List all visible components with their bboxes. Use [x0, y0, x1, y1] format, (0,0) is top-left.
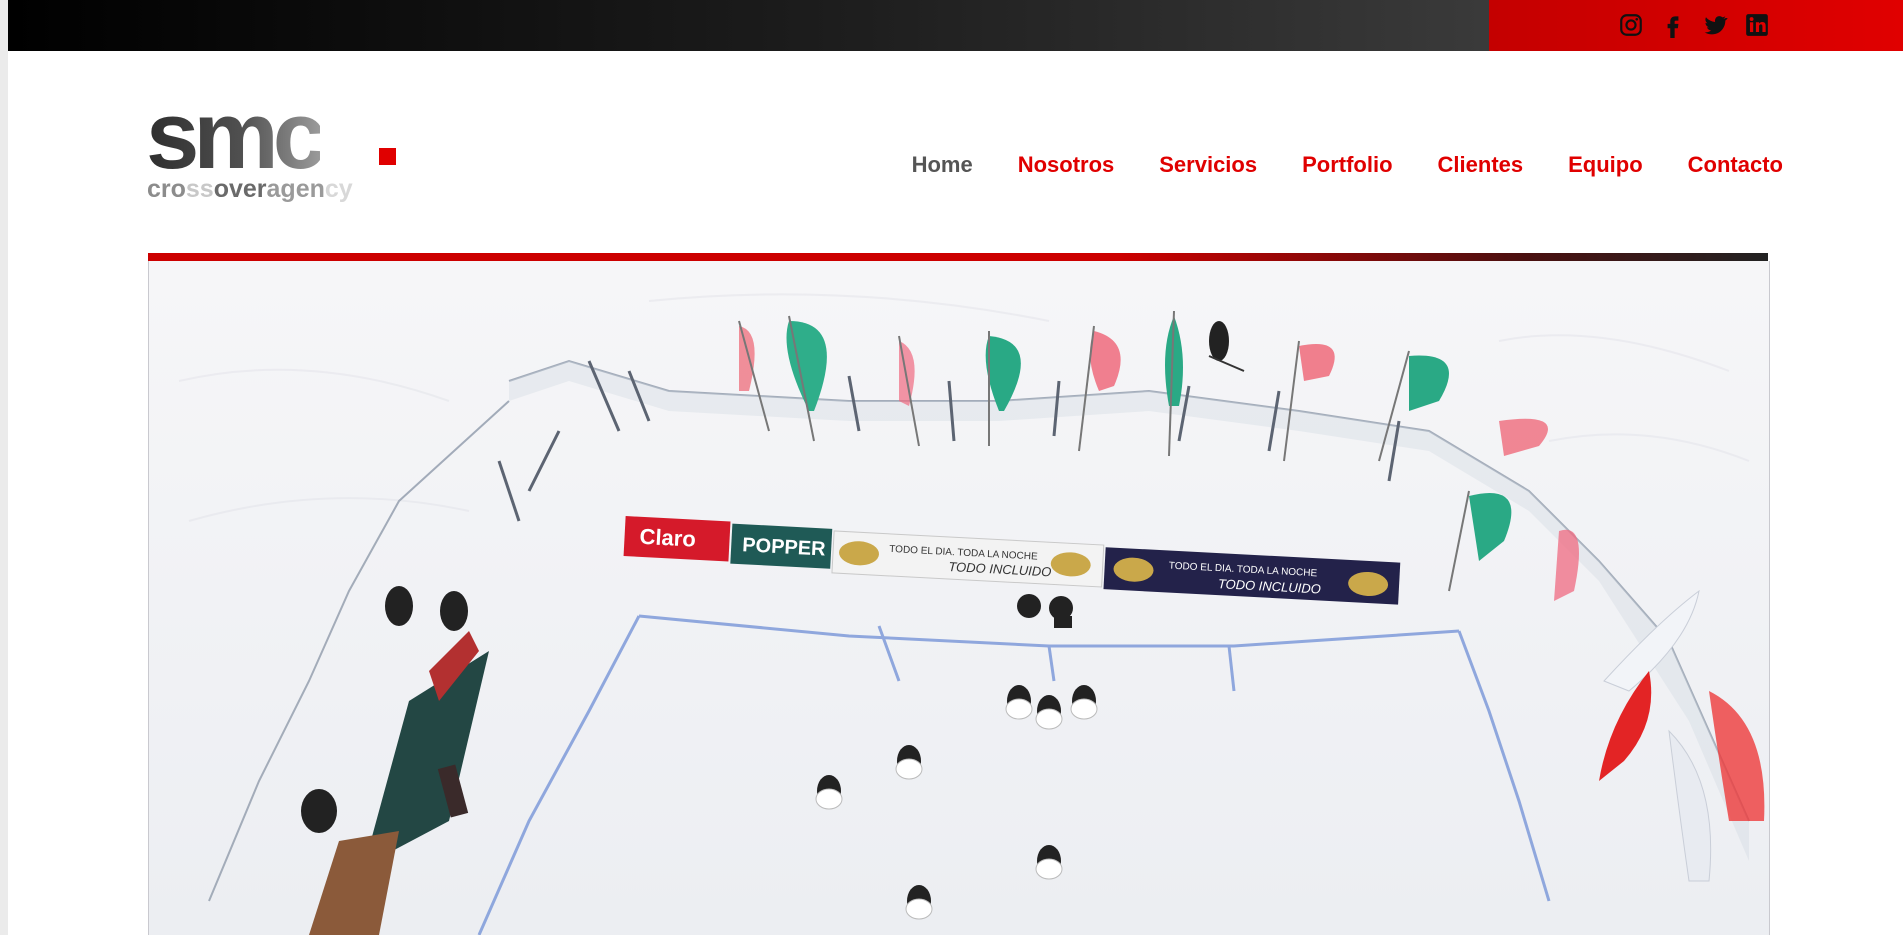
nav-portfolio[interactable]: Portfolio	[1302, 152, 1392, 178]
logo-tagline: crossoveragency	[147, 174, 353, 204]
nav-servicios[interactable]: Servicios	[1159, 152, 1257, 178]
nav-nosotros[interactable]: Nosotros	[1018, 152, 1115, 178]
banner-popper: POPPER	[742, 534, 827, 560]
tagline-part: agen	[266, 175, 325, 203]
nav-clientes[interactable]: Clientes	[1438, 152, 1524, 178]
linkedin-icon[interactable]	[1742, 10, 1772, 40]
nav-equipo[interactable]: Equipo	[1568, 152, 1643, 178]
hero-accent-line	[148, 253, 1768, 261]
page: smc crossoveragency Home Nosotros Servic…	[8, 0, 1903, 935]
facebook-icon[interactable]	[1658, 10, 1688, 40]
tagline-part: over	[213, 175, 267, 203]
logo-wordmark: smc	[146, 82, 326, 189]
nav-home[interactable]: Home	[912, 152, 973, 178]
banner-claro: Claro	[639, 524, 696, 552]
nav-contacto[interactable]: Contacto	[1688, 152, 1783, 178]
hero-image: Claro POPPER TODO EL DIA. TODA LA NOCHE …	[148, 261, 1770, 935]
instagram-icon[interactable]	[1616, 10, 1646, 40]
social-bar	[1489, 0, 1903, 51]
tagline-part: cro	[147, 175, 186, 203]
tagline-part: ss	[185, 175, 214, 203]
tagline-part: cy	[324, 175, 353, 203]
twitter-icon[interactable]	[1700, 10, 1730, 40]
snow-field-illustration: Claro POPPER TODO EL DIA. TODA LA NOCHE …	[149, 261, 1769, 935]
logo-dot	[379, 148, 396, 165]
main-nav: Home Nosotros Servicios Portfolio Client…	[867, 152, 1783, 178]
brand-logo[interactable]: smc crossoveragency	[146, 88, 406, 208]
